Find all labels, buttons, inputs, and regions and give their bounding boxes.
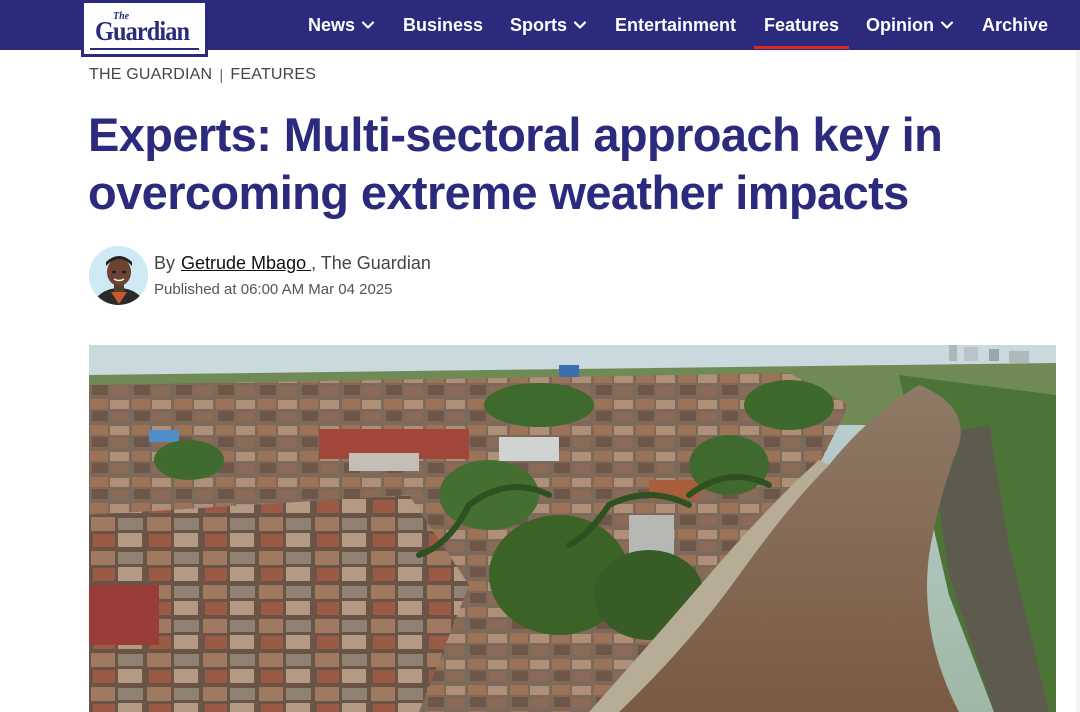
aerial-river-settlement-photo (89, 345, 1056, 712)
byline-publication: , The Guardian (311, 253, 431, 273)
nav-item-label: News (308, 14, 356, 35)
page-edge (1076, 50, 1080, 712)
logo-underline (90, 48, 199, 50)
nav-item-label: Opinion (866, 14, 934, 35)
breadcrumb: THE GUARDIAN | FEATURES (89, 66, 316, 84)
nav-item-opinion[interactable]: Opinion (866, 0, 954, 50)
chevron-down-icon (573, 21, 587, 29)
author-link[interactable]: Getrude Mbago (181, 253, 311, 273)
chevron-down-icon (940, 21, 954, 29)
headline-line-1: Experts: Multi-sectoral approach key in (88, 108, 943, 161)
guardian-logo[interactable]: The Guardian (81, 0, 208, 57)
article-headline: Experts: Multi-sectoral approach key in … (88, 106, 1018, 222)
nav-item-label: Sports (510, 14, 568, 35)
nav-item-label: Business (403, 14, 484, 35)
nav-item-business[interactable]: Business (403, 0, 483, 50)
nav-item-label: Features (764, 14, 840, 35)
logo-main-text: Guardian (95, 16, 190, 46)
breadcrumb-separator: | (219, 66, 224, 84)
nav-item-news[interactable]: News (308, 0, 375, 50)
nav-item-label: Entertainment (615, 14, 737, 35)
hero-image[interactable] (89, 345, 1056, 712)
byline-prefix: By (154, 253, 176, 273)
nav-item-sports[interactable]: Sports (510, 0, 587, 50)
avatar-illustration (89, 246, 148, 305)
top-navigation-bar: The Guardian News Business Sports Entert… (0, 0, 1080, 57)
author-avatar[interactable] (89, 246, 148, 305)
published-timestamp: Published at 06:00 AM Mar 04 2025 (154, 281, 393, 298)
chevron-down-icon (361, 21, 375, 29)
nav-item-label: Archive (982, 14, 1049, 35)
breadcrumb-section-link[interactable]: FEATURES (230, 66, 316, 84)
nav-item-features[interactable]: Features (753, 0, 850, 50)
nav-item-archive[interactable]: Archive (982, 0, 1048, 50)
byline: By Getrude Mbago , The Guardian (154, 253, 431, 274)
breadcrumb-home-link[interactable]: THE GUARDIAN (89, 66, 212, 84)
nav-item-entertainment[interactable]: Entertainment (615, 0, 736, 50)
headline-line-2: overcoming extreme weather impacts (88, 166, 909, 219)
